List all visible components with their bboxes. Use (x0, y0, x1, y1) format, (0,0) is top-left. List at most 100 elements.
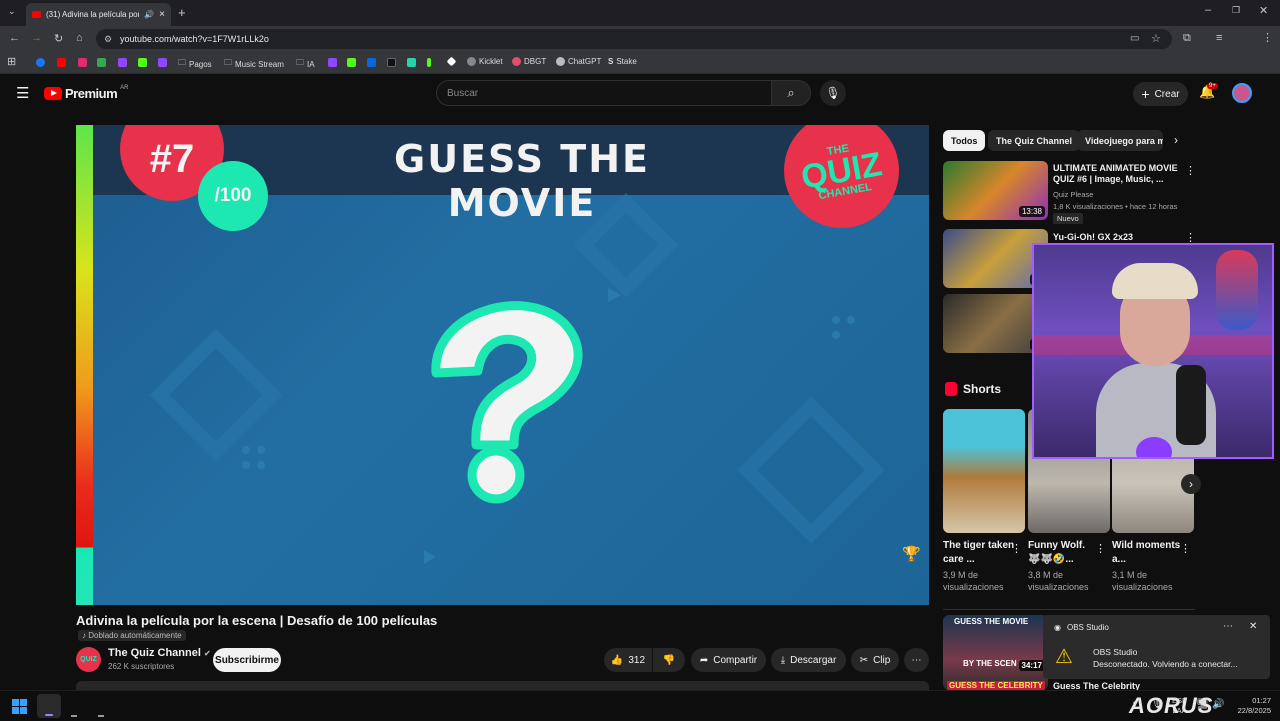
youtube-bookmark-icon[interactable] (57, 58, 66, 67)
close-window-icon[interactable]: ✕ (1259, 4, 1268, 17)
like-button[interactable]: 👍 312 (604, 648, 652, 672)
maximize-icon[interactable]: ❐ (1232, 5, 1240, 16)
more-horizontal-icon[interactable]: ⋯ (1223, 621, 1233, 632)
bookmark-dbgt[interactable]: DBGT (512, 57, 546, 66)
meta-bookmark-icon[interactable] (367, 58, 376, 67)
stake-icon: S (608, 57, 614, 66)
new-tab-icon[interactable]: + (178, 5, 186, 20)
chip-quiz-channel[interactable]: The Quiz Channel (988, 130, 1081, 151)
url-field[interactable]: ⚙ youtube.com/watch?v=1F7W1rLLk2o (96, 29, 1172, 49)
short-title[interactable]: Funny Wolf. 🐺🐺🤣... (1028, 539, 1100, 567)
twitch-bookmark-icon[interactable] (118, 58, 127, 67)
chip-all[interactable]: Todos (943, 130, 986, 151)
facebook-bookmark-icon[interactable] (36, 58, 45, 67)
bookmark-kicklet[interactable]: Kicklet (467, 57, 503, 66)
network-icon[interactable]: 🖥 (1196, 699, 1209, 710)
home-icon[interactable]: ⌂ (76, 32, 83, 44)
more-vertical-icon[interactable]: ⋮ (1185, 164, 1196, 177)
site-info-icon[interactable]: ⚙ (104, 34, 112, 45)
drive-bookmark-icon[interactable] (97, 58, 106, 67)
bookmark-icon-14[interactable] (446, 56, 457, 67)
warning-icon: ⚠ (1055, 646, 1073, 668)
browser-tab[interactable]: (31) Adivina la película por 🔊 × (26, 3, 171, 26)
watermark-icon: 🏆 (902, 546, 921, 563)
taskbar: AORUS ⌃ 🎙 ESP LAA 🖥 🔊 01:27 22/8/2025 (0, 690, 1280, 720)
more-vertical-icon[interactable]: ⋮ (1180, 542, 1191, 555)
more-vertical-icon[interactable]: ⋮ (1095, 542, 1106, 555)
dislike-button[interactable]: 👎 (653, 648, 685, 672)
channel-name[interactable]: The Quiz Channel ✔ (108, 647, 211, 659)
account-avatar[interactable] (1232, 83, 1252, 103)
voice-search-button[interactable]: 🎙 (820, 80, 846, 106)
subscribe-button[interactable]: Subscribirme (213, 648, 281, 672)
apps-grid-icon[interactable]: ⊞ (7, 55, 16, 68)
share-button[interactable]: ➦ Compartir (691, 648, 766, 672)
bookmark-icon-3[interactable] (78, 58, 87, 67)
taskbar-app-2[interactable] (71, 715, 77, 717)
video-player[interactable]: #7 /100 GUESS THE MOVIE THE QUIZ CHANNEL… (76, 125, 929, 605)
bookmark-icon-7[interactable] (158, 58, 167, 67)
obs-icon: ◉ (1054, 623, 1061, 632)
twitch-bookmark-icon[interactable] (328, 58, 337, 67)
bookmark-star-icon[interactable]: ☆ (1151, 32, 1161, 45)
share-label: Compartir (713, 654, 758, 666)
related-title[interactable]: ULTIMATE ANIMATED MOVIE QUIZ #6 | Image,… (1053, 163, 1178, 185)
close-notification-icon[interactable]: ✕ (1249, 621, 1257, 632)
tab-list-icon[interactable]: ⌄ (8, 6, 16, 17)
close-tab-icon[interactable]: × (159, 9, 165, 20)
related-channel[interactable]: Quiz Please (1053, 190, 1093, 199)
browser-menu-icon[interactable]: ⋮ (1262, 31, 1273, 44)
create-button[interactable]: + Crear (1133, 82, 1188, 106)
search-input[interactable]: Buscar (436, 80, 772, 106)
bookmark-folder-music-stream[interactable]: 🗀 Music Stream (224, 57, 284, 71)
channel-avatar[interactable]: QUIZ (76, 647, 101, 672)
more-vertical-icon[interactable]: ⋮ (1011, 542, 1022, 555)
description-box[interactable] (76, 681, 929, 690)
bookmark-stake[interactable]: S Stake (608, 57, 637, 66)
bookmark-icon-12[interactable] (407, 58, 416, 67)
obs-notification[interactable]: ◉ OBS Studio ⋯ ✕ ⚠ OBS Studio Desconecta… (1043, 615, 1270, 679)
tiktok-bookmark-icon[interactable] (387, 58, 396, 67)
bookmark-folder-pagos[interactable]: 🗀 Pagos (178, 57, 212, 71)
media-control-icon[interactable]: ≡ (1216, 32, 1222, 44)
chip-videogame[interactable]: Videojuego para m (1077, 130, 1163, 151)
reload-icon[interactable]: ↻ (54, 32, 63, 45)
taskbar-app-browser[interactable] (37, 694, 61, 718)
cast-icon[interactable]: ▭ (1130, 33, 1139, 44)
hamburger-menu-icon[interactable]: ☰ (16, 84, 29, 102)
extensions-icon[interactable]: ⧉ (1183, 32, 1191, 45)
kick-bookmark-icon[interactable] (138, 58, 147, 67)
short-thumbnail[interactable] (943, 409, 1025, 533)
taskbar-app-3[interactable] (98, 715, 104, 717)
language-indicator[interactable]: ESP LAA (1172, 696, 1187, 716)
tray-overflow-icon[interactable]: ⌃ (1131, 700, 1139, 711)
windows-start-icon[interactable] (12, 699, 27, 714)
youtube-logo[interactable]: Premium AR (44, 85, 128, 101)
kick-bookmark-icon[interactable] (347, 58, 356, 67)
more-actions-button[interactable]: ⋯ (904, 648, 929, 672)
shorts-next-button[interactable]: › (1181, 474, 1201, 494)
chips-next-icon[interactable]: › (1174, 133, 1178, 147)
short-title[interactable]: The tiger taken care ... (943, 539, 1015, 567)
back-icon[interactable]: ← (9, 32, 20, 44)
bookmark-chatgpt[interactable]: ChatGPT (556, 57, 601, 66)
related-thumbnail[interactable]: 13:38 (943, 161, 1048, 220)
bookmark-icon-13[interactable] (427, 58, 431, 67)
download-button[interactable]: ⤓ Descargar (771, 648, 846, 672)
short-title[interactable]: Wild moments a... (1112, 539, 1184, 567)
bookmark-folder-ia[interactable]: 🗀 IA (296, 57, 315, 71)
related-thumbnail[interactable]: GUESS THE MOVIE BY THE SCEN 34:17 GUESS … (943, 615, 1048, 690)
bookmark-label: Kicklet (479, 57, 503, 66)
mic-tray-icon[interactable]: 🎙 (1151, 699, 1164, 710)
obs-message: Desconectado. Volviendo a conectar... (1093, 659, 1238, 669)
search-button[interactable]: ⌕ (771, 80, 811, 106)
clock[interactable]: 01:27 22/8/2025 (1230, 696, 1271, 716)
forward-icon[interactable]: → (31, 32, 42, 44)
subscriber-count: 262 K suscriptores (108, 662, 175, 671)
minimize-icon[interactable]: – (1205, 4, 1211, 16)
speaker-icon[interactable]: 🔊 (144, 10, 154, 19)
volume-icon[interactable]: 🔊 (1212, 699, 1224, 710)
clip-button[interactable]: ✂ Clip (851, 648, 899, 672)
short-views: 3,1 M de visualizaciones (1112, 570, 1173, 592)
bookmark-label: IA (307, 59, 315, 69)
